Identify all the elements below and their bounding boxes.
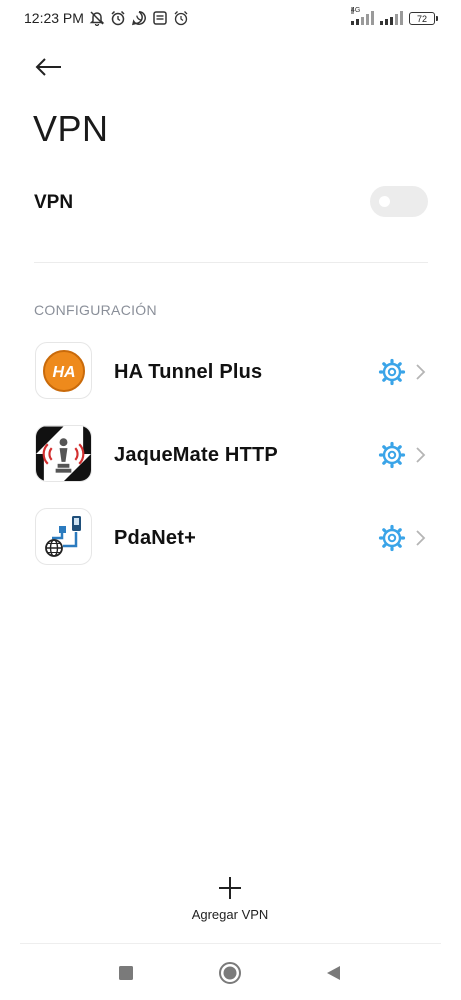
vpn-list: HA HA Tunnel Plus JaqueMate HTTP PdaNet+ (0, 338, 461, 587)
vpn-toggle-switch[interactable] (370, 186, 428, 217)
home-button[interactable] (216, 959, 244, 987)
whatsapp-icon (131, 11, 146, 26)
notification-icons (89, 10, 189, 26)
vpn-item-ha-tunnel-plus[interactable]: HA HA Tunnel Plus (0, 338, 461, 421)
message-icon (153, 11, 167, 25)
alarm-icon (174, 11, 188, 26)
vpn-toggle-label: VPN (34, 192, 74, 213)
signal-strength-icon-sim2 (380, 11, 403, 25)
square-icon (119, 966, 133, 980)
recents-button[interactable] (112, 959, 140, 987)
status-time: 12:23 PM (24, 10, 84, 26)
gear-icon[interactable] (378, 441, 406, 469)
chevron-right-icon[interactable] (414, 528, 426, 548)
add-vpn-label: Agregar VPN (191, 907, 269, 922)
toggle-knob (379, 196, 390, 207)
alarm-icon (111, 10, 125, 26)
muted-bell-icon (89, 11, 105, 26)
triangle-back-icon (327, 966, 340, 980)
vpn-item-jaquemate-http[interactable]: JaqueMate HTTP (0, 421, 461, 504)
chevron-right-icon[interactable] (414, 445, 426, 465)
chevron-right-icon[interactable] (414, 362, 426, 382)
page-title: VPN (33, 108, 109, 149)
vpn-item-name: JaqueMate HTTP (114, 444, 278, 466)
circle-icon (219, 962, 241, 984)
navigation-bar (0, 955, 461, 991)
nav-divider (20, 943, 441, 944)
vpn-toggle-row[interactable]: VPN (34, 180, 428, 226)
signal-strength-icon-sim1: 4G (351, 7, 374, 25)
divider (34, 262, 428, 263)
back-arrow-icon (35, 58, 61, 76)
back-nav-button[interactable] (319, 959, 347, 987)
back-button[interactable] (32, 52, 66, 82)
network-type-label: 4G (351, 7, 361, 14)
section-header: CONFIGURACIÓN (34, 302, 157, 318)
gear-icon[interactable] (378, 524, 406, 552)
jaquemate-http-icon (35, 425, 92, 482)
gear-icon[interactable] (378, 358, 406, 386)
system-status-icons: 4G 72 (351, 7, 438, 25)
vpn-item-name: PdaNet+ (114, 527, 196, 549)
vpn-item-pdanet[interactable]: PdaNet+ (0, 504, 461, 587)
pdanet-icon (35, 508, 92, 565)
status-bar: 12:23 PM 4G 72 (0, 0, 461, 40)
battery-icon: 72 (409, 12, 438, 25)
plus-icon (219, 877, 241, 899)
add-vpn-button[interactable]: Agregar VPN (180, 872, 280, 928)
ha-tunnel-plus-icon: HA (35, 342, 92, 399)
vpn-item-name: HA Tunnel Plus (114, 361, 263, 383)
svg-text:HA: HA (52, 364, 75, 381)
